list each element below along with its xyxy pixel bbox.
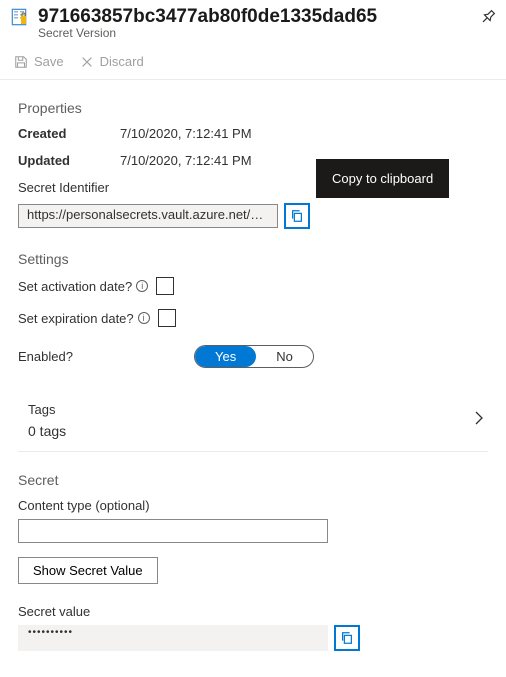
secret-icon [10, 7, 30, 27]
close-icon [80, 55, 94, 69]
copy-secret-value-button[interactable] [334, 625, 360, 651]
chevron-right-icon [474, 410, 484, 431]
secret-identifier-row: https://personalsecrets.vault.azure.net/… [18, 203, 488, 229]
expiration-row: Set expiration date? i [18, 309, 488, 327]
settings-heading: Settings [18, 251, 488, 267]
tags-label: Tags [28, 402, 66, 417]
show-secret-value-button[interactable]: Show Secret Value [18, 557, 158, 584]
created-row: Created 7/10/2020, 7:12:41 PM [18, 126, 488, 141]
header-title-row: 971663857bc3477ab80f0de1335dad65 [10, 6, 496, 28]
page-title: 971663857bc3477ab80f0de1335dad65 [38, 6, 472, 28]
secret-heading: Secret [18, 472, 488, 488]
toolbar: Save Discard [0, 44, 506, 80]
tags-info: Tags 0 tags [28, 402, 66, 439]
content: Properties Created 7/10/2020, 7:12:41 PM… [0, 80, 506, 661]
secret-value-row: •••••••••• [18, 625, 488, 651]
tags-row[interactable]: Tags 0 tags [18, 392, 488, 452]
updated-label: Updated [18, 153, 120, 168]
enabled-toggle[interactable]: Yes No [194, 345, 314, 368]
enabled-no[interactable]: No [256, 346, 313, 367]
content-type-label: Content type (optional) [18, 498, 488, 513]
content-type-input[interactable] [18, 519, 328, 543]
copy-icon [290, 209, 304, 223]
page-subtitle: Secret Version [38, 26, 496, 40]
created-label: Created [18, 126, 120, 141]
copy-secret-id-button[interactable] [284, 203, 310, 229]
enabled-label: Enabled? [18, 349, 194, 364]
activation-label: Set activation date? [18, 279, 132, 294]
properties-heading: Properties [18, 100, 488, 116]
activation-row: Set activation date? i [18, 277, 488, 295]
updated-value: 7/10/2020, 7:12:41 PM [120, 153, 252, 168]
save-icon [14, 55, 28, 69]
enabled-yes[interactable]: Yes [195, 346, 256, 367]
copy-icon [340, 631, 354, 645]
secret-section: Secret Content type (optional) Show Secr… [18, 472, 488, 651]
discard-button[interactable]: Discard [80, 54, 144, 69]
pin-icon[interactable] [477, 6, 500, 29]
secret-value-input[interactable]: •••••••••• [18, 625, 328, 651]
save-label: Save [34, 54, 64, 69]
expiration-checkbox[interactable] [158, 309, 176, 327]
settings-section: Settings Set activation date? i Set expi… [18, 251, 488, 452]
expiration-label: Set expiration date? [18, 311, 134, 326]
discard-label: Discard [100, 54, 144, 69]
activation-checkbox[interactable] [156, 277, 174, 295]
copy-tooltip: Copy to clipboard [316, 159, 449, 198]
page-header: 971663857bc3477ab80f0de1335dad65 Secret … [0, 0, 506, 44]
tags-count: 0 tags [28, 423, 66, 439]
enabled-row: Enabled? Yes No [18, 345, 488, 368]
secret-identifier-input[interactable]: https://personalsecrets.vault.azure.net/… [18, 204, 278, 228]
info-icon[interactable]: i [136, 280, 148, 292]
secret-value-label: Secret value [18, 604, 488, 619]
save-button[interactable]: Save [14, 54, 64, 69]
info-icon[interactable]: i [138, 312, 150, 324]
created-value: 7/10/2020, 7:12:41 PM [120, 126, 252, 141]
